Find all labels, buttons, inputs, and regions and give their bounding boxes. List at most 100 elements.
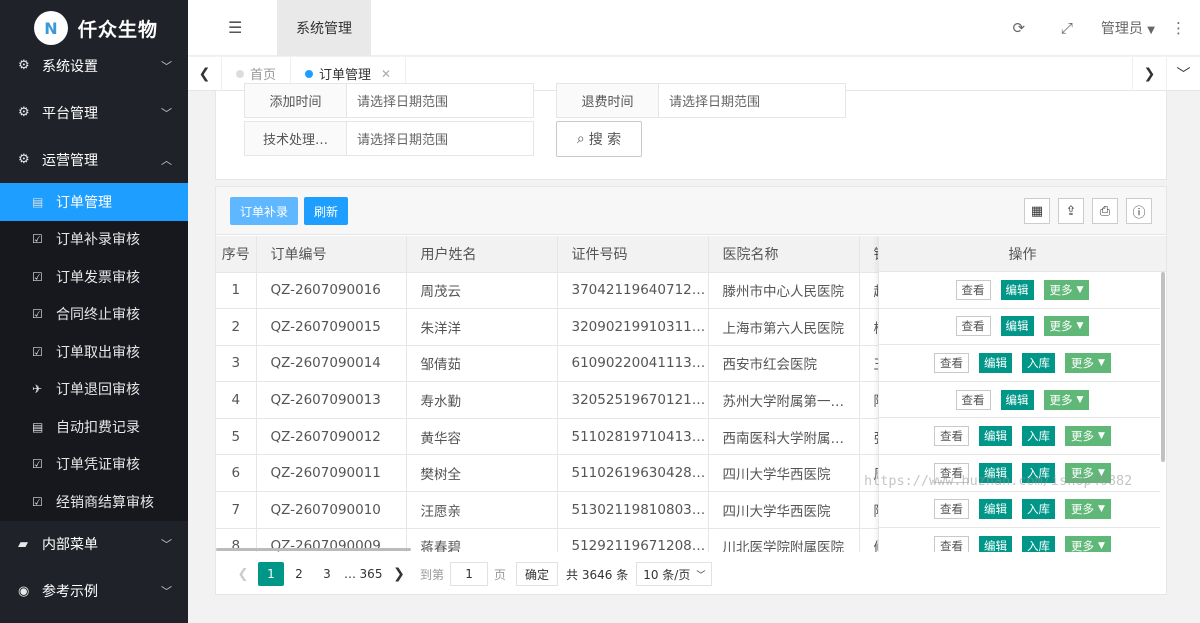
edit-button[interactable]: 编辑 [979, 499, 1013, 520]
cell-hospital: 滕州市中心人民医院 [708, 272, 860, 310]
view-button[interactable]: 查看 [955, 389, 991, 410]
more-button[interactable]: 更多 ▼ [1065, 352, 1111, 373]
sidebar-item-auto-deduction[interactable]: ▤ 自动扣费记录 [0, 408, 188, 446]
tech-time-field[interactable]: 技术处理… 请选择日期范围 [244, 121, 534, 156]
sidebar-item-label: 合同终止审核 [56, 307, 140, 324]
cell-seq: 4 [216, 381, 257, 419]
view-button[interactable]: 查看 [934, 352, 970, 373]
more-button[interactable]: 更多 ▼ [1043, 279, 1090, 300]
module-tab-system[interactable]: 系统管理 [277, 0, 371, 56]
goto-confirm-button[interactable]: 确定 [516, 562, 559, 586]
stock-in-button[interactable]: 入库 [1022, 352, 1056, 373]
print-icon[interactable]: ⎙ [1092, 198, 1118, 224]
page-last[interactable]: 365 [358, 562, 384, 586]
sidebar-item-withdrawal-review[interactable]: ☑ 订单取出审核 [0, 333, 188, 371]
more-button[interactable]: 更多 ▼ [1043, 389, 1090, 410]
view-button[interactable]: 查看 [934, 426, 970, 447]
ops-row: 查看 编辑 更多 ▼ [879, 272, 1166, 309]
user-menu[interactable]: 管理员 ▼ [1101, 18, 1155, 38]
cell-seq: 5 [216, 418, 257, 456]
menu-group-platform[interactable]: ⚙ 平台管理 ﹀ [0, 89, 188, 136]
sidebar-item-voucher-review[interactable]: ☑ 订单凭证审核 [0, 446, 188, 484]
menu-group-system-settings[interactable]: ⚙ 系统设置 ﹀ [0, 42, 188, 89]
refresh-button[interactable]: 刷新 [304, 197, 349, 225]
menu-group-examples[interactable]: ◉ 参考示例 ﹀ [0, 568, 188, 615]
scroll-thumb[interactable] [216, 548, 411, 551]
menu-group-internal[interactable]: ▰ 内部菜单 ﹀ [0, 521, 188, 568]
user-name: 管理员 [1100, 21, 1143, 37]
search-button[interactable]: ⌕ 搜 索 [556, 121, 642, 157]
edit-button[interactable]: 编辑 [1000, 279, 1034, 300]
more-vertical-icon[interactable]: ⋮ [1171, 19, 1186, 37]
cell-hospital: 上海市第六人民医院 [708, 308, 860, 346]
sidebar: N 仟众生物 ⚙ 系统设置 ﹀ ⚙ 平台管理 ﹀ ⚙ 运营管理 ︿ ▤ 订单管理 … [0, 0, 188, 623]
tabs-prev-icon[interactable]: ❮ [188, 56, 222, 91]
page-2[interactable]: 2 [286, 562, 312, 586]
col-seq[interactable]: 序号 [216, 236, 257, 273]
refund-time-input[interactable]: 请选择日期范围 [659, 84, 845, 117]
page-3[interactable]: 3 [314, 562, 340, 586]
page-current[interactable]: 1 [258, 562, 284, 586]
search-icon: ⌕ [576, 131, 585, 147]
order-supplement-button[interactable]: 订单补录 [230, 197, 299, 225]
sidebar-item-invoice-review[interactable]: ☑ 订单发票审核 [0, 258, 188, 296]
export-icon[interactable]: ⇪ [1058, 198, 1084, 224]
menu-toggle-icon[interactable]: ☰ [228, 18, 242, 37]
col-order-no[interactable]: 订单编号 [256, 236, 407, 273]
info-icon[interactable]: ⓘ [1126, 198, 1152, 224]
tech-time-input[interactable]: 请选择日期范围 [347, 122, 533, 155]
refresh-icon[interactable]: ⟳ [995, 19, 1043, 37]
page-size-select[interactable]: 10 条/页 ﹀ [636, 562, 713, 586]
refund-time-field[interactable]: 退费时间 请选择日期范围 [556, 83, 846, 118]
col-idno[interactable]: 证件号码 [557, 236, 709, 273]
edit-button[interactable]: 编辑 [979, 352, 1013, 373]
view-button[interactable]: 查看 [934, 499, 970, 520]
col-hospital[interactable]: 医院名称 [708, 236, 860, 273]
gear-icon: ⚙ [18, 58, 30, 73]
sidebar-item-dealer-settlement[interactable]: ☑ 经销商结算审核 [0, 483, 188, 521]
sidebar-item-label: 订单取出审核 [56, 344, 140, 361]
view-button[interactable]: 查看 [955, 279, 991, 300]
fullscreen-icon[interactable]: ⤢ [1043, 19, 1091, 37]
close-icon[interactable]: ✕ [381, 67, 391, 81]
sidebar-item-supplement-review[interactable]: ☑ 订单补录审核 [0, 221, 188, 259]
horizontal-scrollbar[interactable] [216, 547, 1166, 552]
edit-button[interactable]: 编辑 [1000, 316, 1034, 337]
goto-page-input[interactable]: 1 [450, 562, 489, 586]
stock-in-button[interactable]: 入库 [1022, 426, 1056, 447]
field-label: 退费时间 [557, 84, 659, 117]
button-label: 查看 [940, 355, 964, 370]
scroll-thumb[interactable] [1161, 272, 1165, 462]
edit-button[interactable]: 编辑 [1000, 389, 1034, 410]
sidebar-item-return-review[interactable]: ✈ 订单退回审核 [0, 371, 188, 409]
button-label: 更多 [1071, 355, 1095, 370]
button-label: 查看 [961, 282, 985, 297]
more-button[interactable]: 更多 ▼ [1065, 499, 1111, 520]
add-time-input[interactable]: 请选择日期范围 [347, 84, 533, 117]
add-time-field[interactable]: 添加时间 请选择日期范围 [244, 83, 534, 118]
sidebar-item-order-management[interactable]: ▤ 订单管理 [0, 183, 188, 221]
cell-order-no: QZ-2607090015 [256, 308, 407, 346]
col-user[interactable]: 用户姓名 [406, 236, 558, 273]
view-button[interactable]: 查看 [955, 316, 991, 337]
sidebar-item-contract-termination[interactable]: ☑ 合同终止审核 [0, 296, 188, 334]
vertical-scrollbar[interactable] [1160, 272, 1166, 552]
chevron-down-icon: ﹀ [161, 106, 172, 120]
button-label: 入库 [1027, 355, 1051, 370]
cell-seq: 3 [216, 345, 257, 383]
prev-page-icon[interactable]: ❮ [230, 562, 256, 586]
cell-seq: 1 [216, 272, 257, 310]
cell-idno: 511028197104137… [557, 418, 709, 456]
tabs-next-icon[interactable]: ❯ [1132, 57, 1166, 91]
more-button[interactable]: 更多 ▼ [1043, 316, 1090, 337]
tabs-menu-icon[interactable]: ﹀ [1166, 57, 1200, 91]
stock-in-button[interactable]: 入库 [1022, 499, 1056, 520]
field-label: 添加时间 [245, 84, 347, 117]
edit-button[interactable]: 编辑 [979, 426, 1013, 447]
more-button[interactable]: 更多 ▼ [1065, 426, 1111, 447]
next-page-icon[interactable]: ❯ [386, 562, 412, 586]
columns-icon[interactable]: ▦ [1024, 198, 1050, 224]
chevron-down-icon: ﹀ [161, 585, 172, 598]
goto-label: 到第 [420, 567, 445, 582]
menu-group-operations[interactable]: ⚙ 运营管理 ︿ [0, 136, 188, 183]
